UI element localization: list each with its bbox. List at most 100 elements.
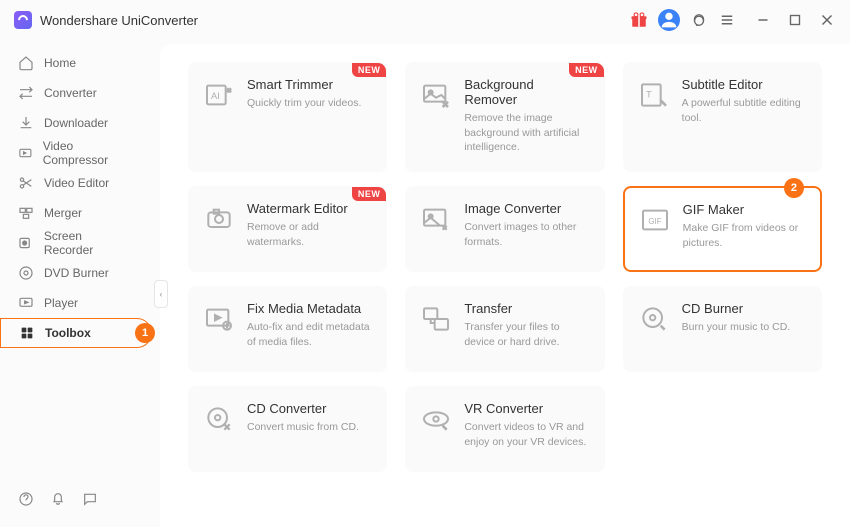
scissors-icon xyxy=(18,175,34,191)
card-icon: T xyxy=(638,79,670,111)
card-body: CD Converter Convert music from CD. xyxy=(247,401,372,455)
card-body: Fix Media Metadata Auto-fix and edit meta… xyxy=(247,301,372,355)
card-title: Fix Media Metadata xyxy=(247,301,372,316)
sidebar-item-editor[interactable]: Video Editor xyxy=(0,168,152,198)
card-desc: Make GIF from videos or pictures. xyxy=(683,221,806,250)
card-icon xyxy=(420,79,452,111)
app-title: Wondershare UniConverter xyxy=(40,13,198,28)
card-body: VR Converter Convert videos to VR and enj… xyxy=(464,401,589,455)
toolbox-card-fix-media-metadata[interactable]: Fix Media Metadata Auto-fix and edit meta… xyxy=(188,286,387,372)
sidebar-item-label: Toolbox xyxy=(45,326,91,340)
toolbox-card-cd-burner[interactable]: CD Burner Burn your music to CD. xyxy=(623,286,822,372)
bell-icon[interactable] xyxy=(50,491,66,507)
user-avatar-icon[interactable] xyxy=(658,9,680,31)
card-body: Subtitle EditorA powerful subtitle editi… xyxy=(682,77,807,155)
card-body: TransferTransfer your files to device or… xyxy=(464,301,589,355)
card-icon xyxy=(203,303,235,335)
toolbox-grid: NEW AI Smart TrimmerQuickly trim your vide… xyxy=(188,62,822,472)
content-area: NEW AI Smart TrimmerQuickly trim your vide… xyxy=(160,44,850,527)
sidebar-item-recorder[interactable]: Screen Recorder xyxy=(0,228,152,258)
window-controls xyxy=(754,11,836,29)
card-desc: Convert music from CD. xyxy=(247,420,372,435)
card-title: VR Converter xyxy=(464,401,589,416)
card-desc: Burn your music to CD. xyxy=(682,320,807,335)
card-title: Background Remover xyxy=(464,77,589,107)
main: Home Converter Downloader Video Compress… xyxy=(0,40,850,527)
sidebar-item-label: Video Editor xyxy=(44,176,109,190)
card-body: Background Remover Remove the image backg… xyxy=(464,77,589,155)
card-desc: Auto-fix and edit metadata of media file… xyxy=(247,320,372,349)
help-icon[interactable] xyxy=(18,491,34,507)
card-desc: Remove or add watermarks. xyxy=(247,220,372,249)
new-badge: NEW xyxy=(352,187,387,201)
titlebar: Wondershare UniConverter xyxy=(0,0,850,40)
card-body: CD Burner Burn your music to CD. xyxy=(682,301,807,355)
card-body: Image Converter Convert images to other f… xyxy=(464,201,589,255)
toolbox-card-subtitle-editor[interactable]: T Subtitle EditorA powerful subtitle edit… xyxy=(623,62,822,172)
sidebar-item-label: Screen Recorder xyxy=(44,229,134,257)
titlebar-left: Wondershare UniConverter xyxy=(14,11,198,29)
sidebar-badge: 1 xyxy=(135,323,155,343)
sidebar-item-toolbox[interactable]: Toolbox 1 xyxy=(0,318,152,348)
support-icon[interactable] xyxy=(690,11,708,29)
card-title: CD Burner xyxy=(682,301,807,316)
svg-text:GIF: GIF xyxy=(648,217,661,226)
toolbox-card-image-converter[interactable]: Image Converter Convert images to other f… xyxy=(405,186,604,272)
sidebar-item-label: Downloader xyxy=(44,116,108,130)
app-window: Wondershare UniConverter Home Converter … xyxy=(0,0,850,527)
card-desc: Quickly trim your videos. xyxy=(247,96,372,111)
toolbox-card-watermark-editor[interactable]: NEWWatermark Editor Remove or add waterma… xyxy=(188,186,387,272)
card-desc: Convert images to other formats. xyxy=(464,220,589,249)
toolbox-icon xyxy=(19,325,35,341)
card-desc: A powerful subtitle editing tool. xyxy=(682,96,807,125)
merger-icon xyxy=(18,205,34,221)
sidebar-item-merger[interactable]: Merger xyxy=(0,198,152,228)
card-title: Transfer xyxy=(464,301,589,316)
titlebar-right xyxy=(630,9,836,31)
converter-icon xyxy=(18,85,34,101)
toolbox-card-transfer[interactable]: TransferTransfer your files to device or… xyxy=(405,286,604,372)
download-icon xyxy=(18,115,34,131)
recorder-icon xyxy=(18,235,34,251)
sidebar-item-label: DVD Burner xyxy=(44,266,109,280)
toolbox-card-smart-trimmer[interactable]: NEWAISmart TrimmerQuickly trim your vide… xyxy=(188,62,387,172)
sidebar-item-converter[interactable]: Converter xyxy=(0,78,152,108)
card-title: Image Converter xyxy=(464,201,589,216)
close-icon[interactable] xyxy=(818,11,836,29)
new-badge: NEW xyxy=(569,63,604,77)
card-body: Watermark Editor Remove or add watermarks… xyxy=(247,201,372,255)
gift-icon[interactable] xyxy=(630,11,648,29)
toolbox-card-gif-maker[interactable]: 2GIFGIF MakerMake GIF from videos or pic… xyxy=(623,186,822,272)
minimize-icon[interactable] xyxy=(754,11,772,29)
card-title: Watermark Editor xyxy=(247,201,372,216)
toolbox-card-vr-converter[interactable]: VR Converter Convert videos to VR and enj… xyxy=(405,386,604,472)
sidebar-item-label: Home xyxy=(44,56,76,70)
card-icon: AI xyxy=(203,79,235,111)
sidebar-item-compressor[interactable]: Video Compressor xyxy=(0,138,152,168)
svg-text:AI: AI xyxy=(211,91,220,101)
card-icon xyxy=(203,403,235,435)
card-desc: Convert videos to VR and enjoy on your V… xyxy=(464,420,589,449)
home-icon xyxy=(18,55,34,71)
sidebar-item-home[interactable]: Home xyxy=(0,48,152,78)
card-desc: Remove the image background with artific… xyxy=(464,111,589,155)
sidebar-item-label: Converter xyxy=(44,86,97,100)
menu-icon[interactable] xyxy=(718,11,736,29)
sidebar-item-dvd[interactable]: DVD Burner xyxy=(0,258,152,288)
sidebar-item-label: Merger xyxy=(44,206,82,220)
card-title: CD Converter xyxy=(247,401,372,416)
card-body: Smart TrimmerQuickly trim your videos. xyxy=(247,77,372,155)
sidebar-item-player[interactable]: Player xyxy=(0,288,152,318)
maximize-icon[interactable] xyxy=(786,11,804,29)
collapse-sidebar-button[interactable]: ‹ xyxy=(154,280,168,308)
card-icon xyxy=(420,303,452,335)
toolbox-card-cd-converter[interactable]: CD Converter Convert music from CD. xyxy=(188,386,387,472)
toolbox-card-background-remover[interactable]: NEWBackground Remover Remove the image ba… xyxy=(405,62,604,172)
card-number-badge: 2 xyxy=(784,178,804,198)
card-title: GIF Maker xyxy=(683,202,806,217)
sidebar-item-downloader[interactable]: Downloader xyxy=(0,108,152,138)
card-icon xyxy=(420,403,452,435)
card-icon: GIF xyxy=(639,204,671,236)
sidebar-items: Home Converter Downloader Video Compress… xyxy=(0,48,160,479)
feedback-icon[interactable] xyxy=(82,491,98,507)
